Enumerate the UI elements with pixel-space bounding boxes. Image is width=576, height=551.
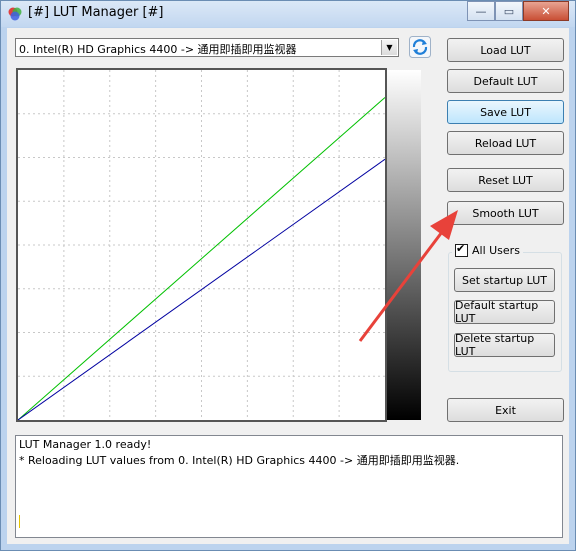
checkbox-checked-icon[interactable] (455, 242, 468, 257)
save-lut-button[interactable]: Save LUT (447, 100, 564, 124)
grayscale-gradient-bar (387, 70, 421, 420)
minimize-button[interactable]: — (467, 1, 495, 21)
default-startup-lut-button[interactable]: Default startup LUT (454, 299, 555, 325)
window-title: [#] LUT Manager [#] (28, 5, 164, 20)
all-users-label: All Users (472, 244, 520, 257)
close-button[interactable]: ✕ (523, 1, 569, 21)
set-startup-lut-button[interactable]: Set startup LUT (454, 268, 555, 292)
lut-chart (18, 70, 385, 420)
lut-curve-graph[interactable] (16, 68, 387, 422)
all-users-checkbox[interactable]: All Users (452, 242, 523, 257)
text-cursor (19, 515, 20, 528)
app-window: [#] LUT Manager [#] — ▭ ✕ 0. Intel(R) HD… (0, 0, 576, 551)
default-lut-button[interactable]: Default LUT (447, 69, 564, 93)
reload-lut-button[interactable]: Reload LUT (447, 131, 564, 155)
reset-lut-button[interactable]: Reset LUT (447, 168, 564, 192)
load-lut-button[interactable]: Load LUT (447, 38, 564, 62)
log-output[interactable]: LUT Manager 1.0 ready! * Reloading LUT v… (15, 435, 563, 538)
app-icon (8, 7, 22, 21)
log-line: * Reloading LUT values from 0. Intel(R) … (19, 454, 460, 467)
title-bar[interactable]: [#] LUT Manager [#] — ▭ ✕ (1, 1, 575, 27)
delete-startup-lut-button[interactable]: Delete startup LUT (454, 332, 555, 358)
exit-button[interactable]: Exit (447, 398, 564, 422)
display-select-value: 0. Intel(R) HD Graphics 4400 -> 通用即插即用监视… (19, 43, 297, 56)
log-line: LUT Manager 1.0 ready! (19, 438, 152, 451)
maximize-button[interactable]: ▭ (495, 1, 523, 21)
refresh-icon[interactable] (409, 36, 431, 58)
client-area: 0. Intel(R) HD Graphics 4400 -> 通用即插即用监视… (7, 28, 569, 544)
chevron-down-icon[interactable]: ▼ (381, 40, 397, 55)
smooth-lut-button[interactable]: Smooth LUT (447, 201, 564, 225)
display-select[interactable]: 0. Intel(R) HD Graphics 4400 -> 通用即插即用监视… (15, 38, 399, 57)
window-controls: — ▭ ✕ (467, 1, 569, 21)
